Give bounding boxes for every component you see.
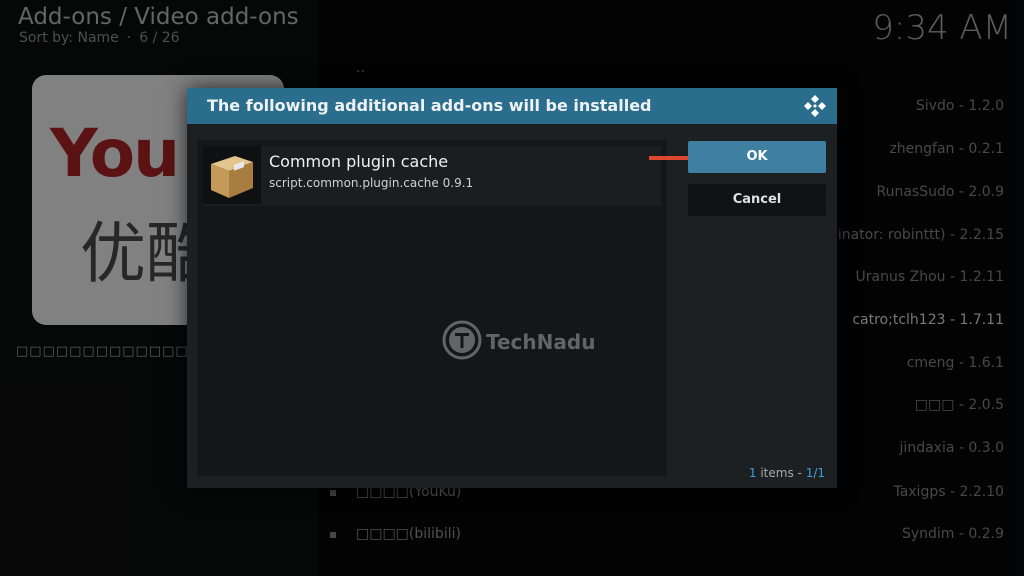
kodi-logo-icon [804,95,826,117]
ok-button[interactable]: OK [688,141,826,173]
cancel-button[interactable]: Cancel [688,184,826,216]
item-count-number: 1 [748,466,757,480]
addon-list-panel: Common plugin cache script.common.plugin… [197,140,667,476]
addon-item[interactable]: Common plugin cache script.common.plugin… [203,146,661,206]
addon-item-id-version: script.common.plugin.cache 0.9.1 [269,176,474,190]
addon-item-name: Common plugin cache [269,152,449,171]
item-count-page: 1/1 [805,466,825,480]
item-count: 1 items - 1/1 [749,466,825,480]
watermark-text: TechNadu [486,330,596,354]
package-box-icon [203,146,261,204]
dialog-title: The following additional add-ons will be… [207,96,652,115]
dialog-header: The following additional add-ons will be… [187,88,837,124]
install-dependencies-dialog: The following additional add-ons will be… [187,88,837,488]
technadu-logo-icon [442,320,482,360]
item-count-label: items - [760,466,802,480]
watermark: TechNadu [442,318,612,364]
